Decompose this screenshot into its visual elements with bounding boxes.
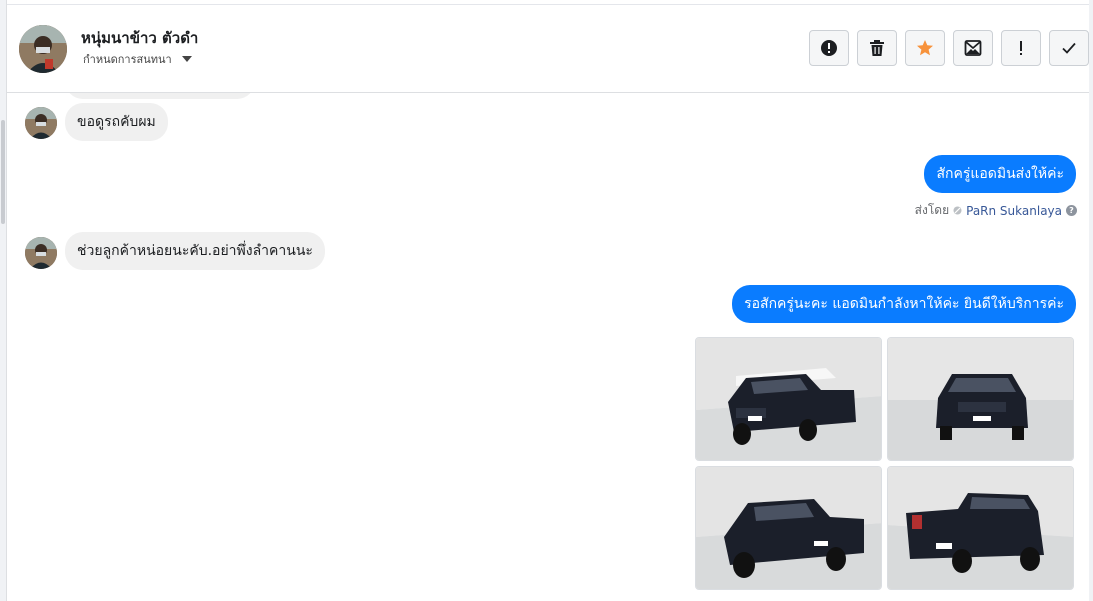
alert-circle-icon [821, 40, 837, 56]
right-edge [1089, 0, 1093, 601]
photo-attachment[interactable] [887, 337, 1074, 461]
contact-name: หนุ่มนาข้าว ตัวดำ [81, 29, 199, 47]
pickup-truck-image [888, 338, 1073, 460]
mark-unread-button[interactable] [953, 30, 993, 66]
mark-unread-icon [964, 40, 982, 56]
checkmark-icon [1062, 42, 1076, 54]
photo-attachment[interactable] [695, 466, 882, 590]
mark-done-button[interactable] [1049, 30, 1089, 66]
conversation-toolbar [809, 30, 1089, 66]
agent-name-link[interactable]: PaRn Sukanlaya [966, 204, 1062, 218]
star-button[interactable] [905, 30, 945, 66]
mark-important-button[interactable] [1001, 30, 1041, 66]
trash-icon [870, 40, 884, 56]
incoming-message-bubble: ช่วยลูกค้าหน่อยนะคับ.อย่าพึ่งลำคานนะ [65, 232, 325, 270]
pickup-truck-image [696, 467, 881, 589]
pickup-truck-image [696, 338, 881, 460]
exclamation-icon [1020, 41, 1022, 55]
incoming-message-bubble: ขอดูรถคับผม [65, 103, 168, 141]
scrollbar-thumb[interactable] [1, 120, 5, 224]
photo-attachment[interactable] [887, 466, 1074, 590]
star-icon [917, 40, 933, 56]
pickup-truck-image [888, 467, 1073, 589]
message-thread[interactable]: ขอดูรถคับผม สักครู่แอดมินส่งให้ค่ะ ส่งโด… [7, 93, 1089, 601]
contact-avatar-small[interactable] [25, 107, 57, 139]
outgoing-message-bubble: รอสักครู่นะคะ แอดมินกำลังหาให้ค่ะ ยินดีใ… [732, 285, 1076, 323]
messenger-window: หนุ่มนาข้าว ตัวดำ กำหนดการสนทนา ขอดูรถคั… [0, 0, 1093, 601]
previous-message-bubble [65, 93, 255, 99]
conversation-settings-dropdown[interactable]: กำหนดการสนทนา [83, 50, 192, 68]
report-button[interactable] [809, 30, 849, 66]
outgoing-message-bubble: สักครู่แอดมินส่งให้ค่ะ [924, 155, 1076, 193]
photo-attachment-grid [695, 337, 1076, 590]
sent-by-info: ส่งโดย PaRn Sukanlaya ? [915, 201, 1077, 220]
photo-attachment[interactable] [695, 337, 882, 461]
left-scrollbar[interactable] [0, 0, 7, 601]
conversation-header: หนุ่มนาข้าว ตัวดำ กำหนดการสนทนา [7, 4, 1089, 93]
conversation-settings-label: กำหนดการสนทนา [83, 53, 172, 66]
sent-by-prefix: ส่งโดย [914, 203, 950, 217]
chevron-down-icon [181, 56, 192, 62]
agent-status-icon [953, 206, 962, 215]
contact-avatar-small[interactable] [25, 237, 57, 269]
help-icon[interactable]: ? [1066, 205, 1077, 216]
delete-button[interactable] [857, 30, 897, 66]
contact-avatar[interactable] [19, 25, 67, 73]
